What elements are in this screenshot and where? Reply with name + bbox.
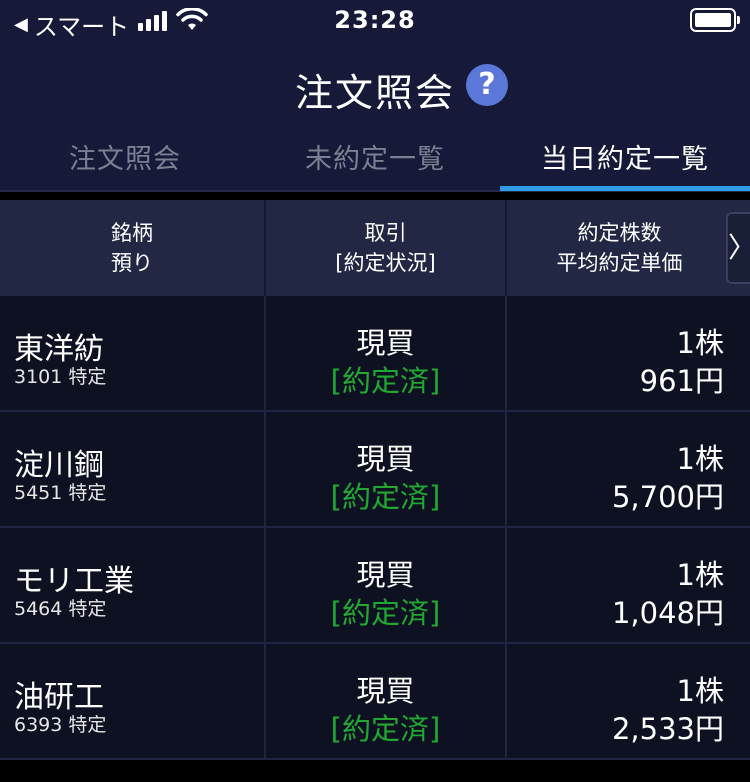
active-tab-indicator xyxy=(500,186,750,191)
average-price: 961円 xyxy=(639,364,724,398)
stock-cell: 油研工 6393 特定 xyxy=(0,644,264,758)
help-icon[interactable]: ? xyxy=(466,64,508,106)
stock-cell: モリ工業 5464 特定 xyxy=(0,528,264,642)
trade-cell: 現買 [約定済] xyxy=(264,296,505,410)
executed-orders-table: 東洋紡 3101 特定 現買 [約定済] 1株 961円 淀川鋼 5451 特定… xyxy=(0,296,750,760)
header-stock-label: 銘柄 xyxy=(111,221,153,245)
tab-bar: 注文照会 未約定一覧 当日約定一覧 xyxy=(0,134,750,192)
execution-status: [約定済] xyxy=(330,480,441,514)
header-avg-price-label: 平均約定単価 xyxy=(556,251,683,275)
quantity-cell: 1株 961円 xyxy=(505,296,750,410)
navigation-bar: 注文照会 ? xyxy=(0,40,750,134)
stock-code: 3101 特定 xyxy=(14,366,107,388)
stock-code: 6393 特定 xyxy=(14,714,107,736)
tab-today-executed-list[interactable]: 当日約定一覧 xyxy=(500,134,750,192)
trade-type: 現買 xyxy=(356,326,415,360)
stock-cell: 東洋紡 3101 特定 xyxy=(0,296,264,410)
execution-status: [約定済] xyxy=(330,364,441,398)
table-row[interactable]: モリ工業 5464 特定 現買 [約定済] 1株 1,048円 xyxy=(0,528,750,644)
trade-type: 現買 xyxy=(356,442,415,476)
header-trade-label: 取引 xyxy=(364,221,407,245)
executed-quantity: 1株 xyxy=(676,442,724,476)
execution-status: [約定済] xyxy=(330,596,441,630)
average-price: 1,048円 xyxy=(611,596,724,630)
column-header-stock: 銘柄 預り xyxy=(0,200,264,296)
execution-status: [約定済] xyxy=(330,712,441,746)
quantity-cell: 1株 1,048円 xyxy=(505,528,750,642)
stock-code: 5451 特定 xyxy=(14,482,107,504)
column-header-quantity: 約定株数 平均約定単価 xyxy=(505,200,750,296)
page-title: 注文照会 xyxy=(294,71,455,115)
table-header: 銘柄 預り 取引 [約定状況] 約定株数 平均約定単価 xyxy=(0,200,750,296)
column-header-trade: 取引 [約定状況] xyxy=(264,200,505,296)
quantity-cell: 1株 5,700円 xyxy=(505,412,750,526)
header-status-label: [約定状況] xyxy=(335,251,436,275)
trade-cell: 現買 [約定済] xyxy=(264,644,505,758)
quantity-cell: 1株 2,533円 xyxy=(505,644,750,758)
executed-quantity: 1株 xyxy=(676,326,724,360)
average-price: 2,533円 xyxy=(611,712,724,746)
divider xyxy=(0,192,750,200)
status-bar: ◀ スマート 23:28 xyxy=(0,0,750,41)
trade-cell: 現買 [約定済] xyxy=(264,412,505,526)
table-row[interactable]: 油研工 6393 特定 現買 [約定済] 1株 2,533円 xyxy=(0,644,750,760)
executed-quantity: 1株 xyxy=(676,558,724,592)
table-row[interactable]: 東洋紡 3101 特定 現買 [約定済] 1株 961円 xyxy=(0,296,750,412)
tab-unexecuted-list[interactable]: 未約定一覧 xyxy=(250,134,500,192)
trade-type: 現買 xyxy=(356,674,415,708)
header-account-label: 預り xyxy=(111,251,153,275)
clock: 23:28 xyxy=(334,6,416,34)
tab-order-inquiry[interactable]: 注文照会 xyxy=(0,134,250,192)
scroll-right-chevron-icon[interactable]: 〉 xyxy=(726,212,750,284)
header-quantity-label: 約定株数 xyxy=(577,221,662,245)
average-price: 5,700円 xyxy=(611,480,724,514)
table-row[interactable]: 淀川鋼 5451 特定 現買 [約定済] 1株 5,700円 xyxy=(0,412,750,528)
trade-cell: 現買 [約定済] xyxy=(264,528,505,642)
stock-code: 5464 特定 xyxy=(14,598,107,620)
trade-type: 現買 xyxy=(356,558,415,592)
executed-quantity: 1株 xyxy=(676,674,724,708)
battery-icon xyxy=(690,8,740,32)
stock-cell: 淀川鋼 5451 特定 xyxy=(0,412,264,526)
